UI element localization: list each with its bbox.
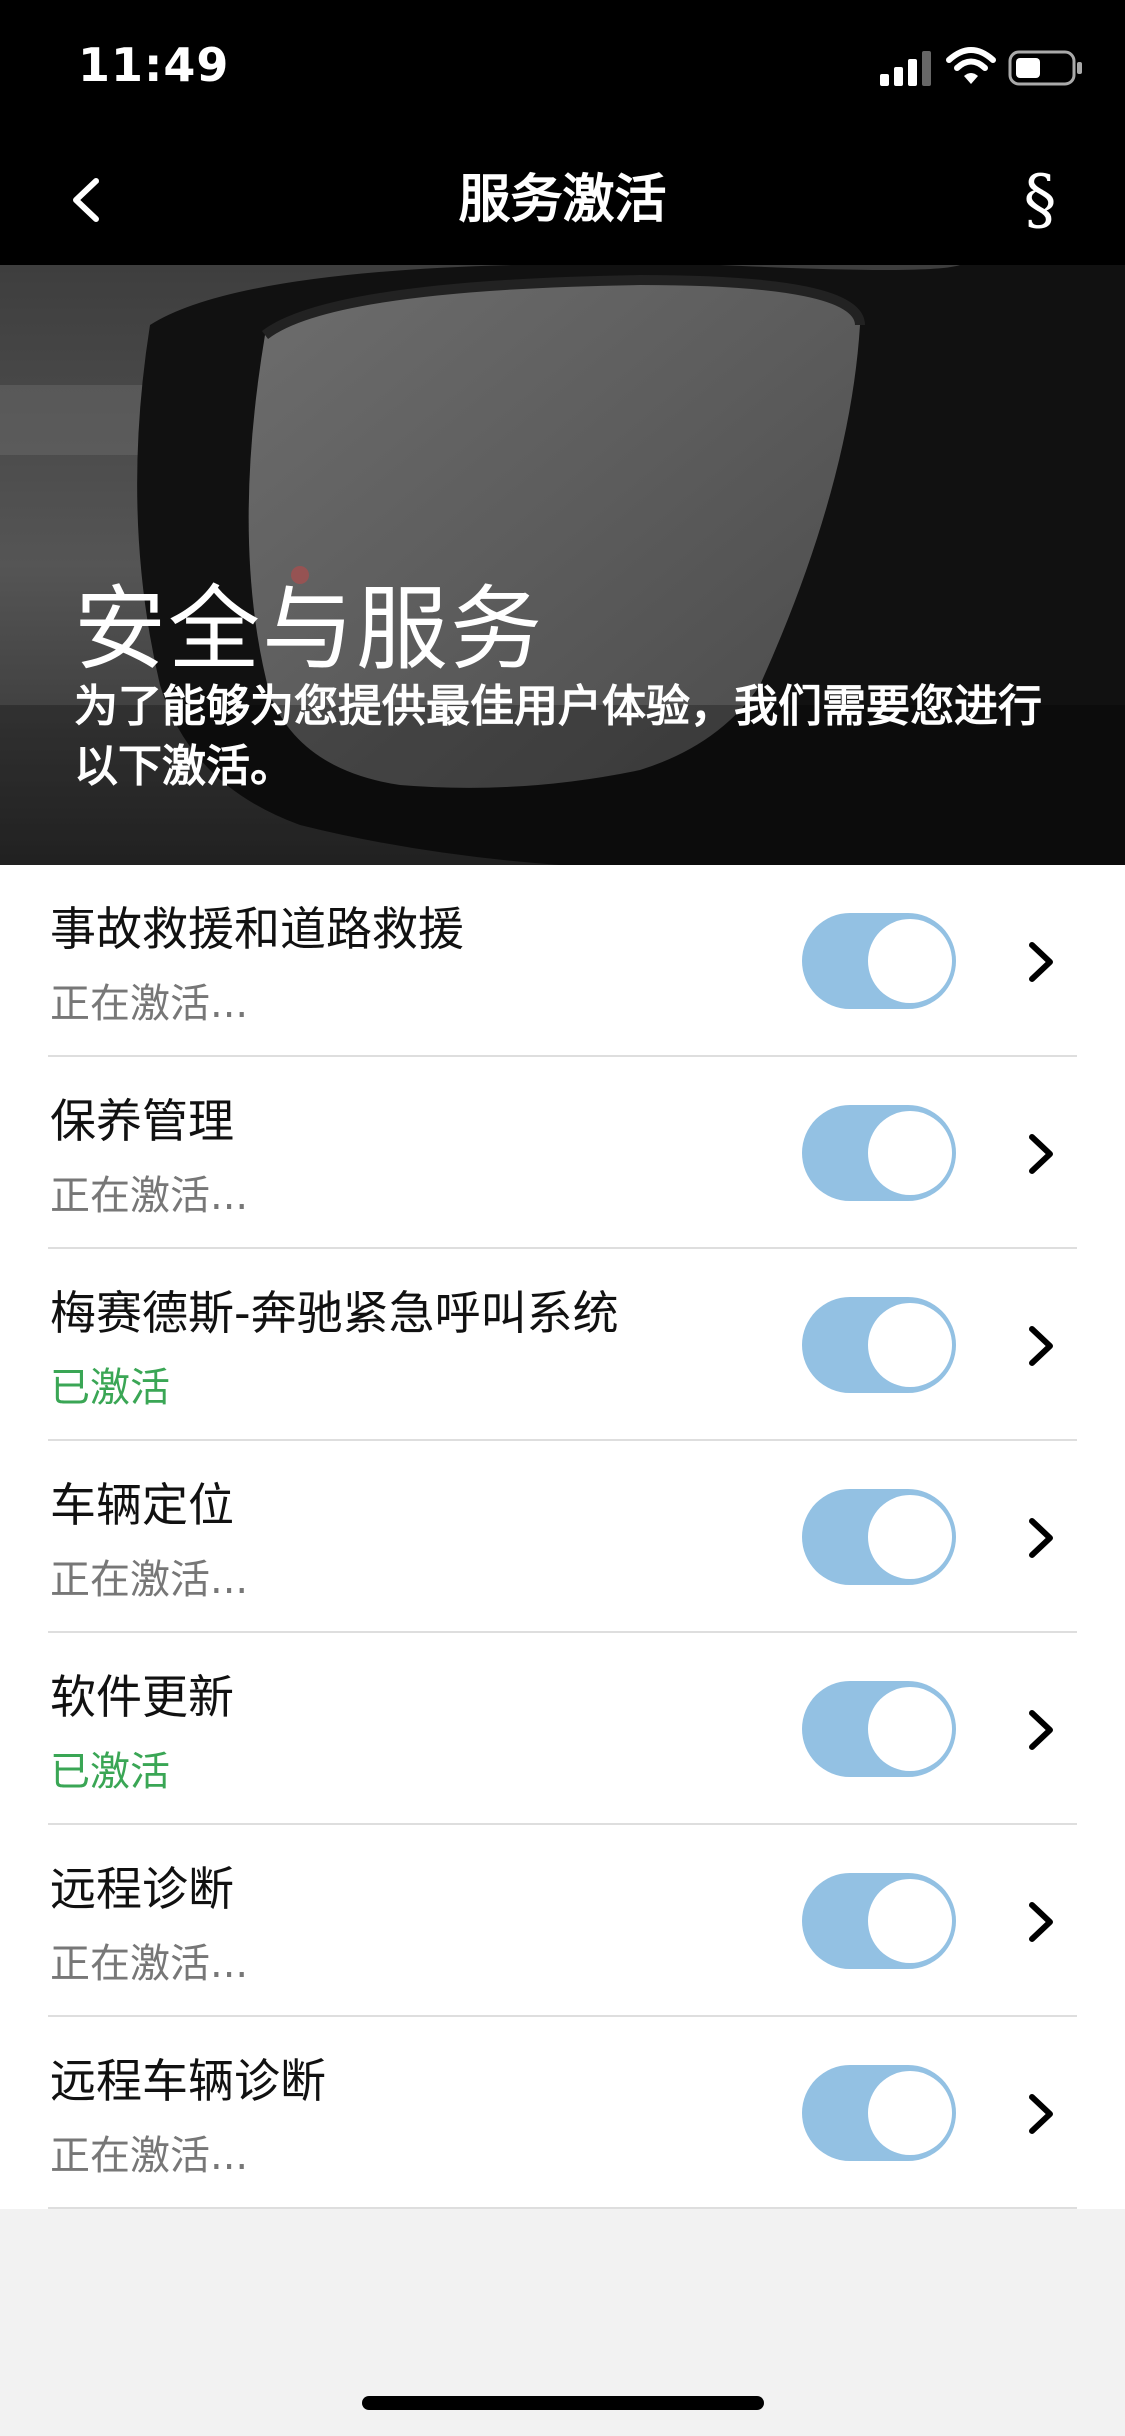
service-name: 梅赛德斯-奔驰紧急呼叫系统	[50, 1286, 619, 1340]
toggle-knob	[868, 1495, 952, 1579]
service-status: 正在激活...	[50, 981, 249, 1027]
service-status: 正在激活...	[50, 1173, 249, 1219]
service-status: 正在激活...	[50, 1941, 249, 1987]
service-row-maintenance-management[interactable]: 保养管理 正在激活...	[0, 1057, 1125, 1249]
service-name: 保养管理	[50, 1094, 234, 1148]
service-toggle[interactable]	[802, 913, 956, 1009]
chevron-right-icon[interactable]	[1024, 1321, 1058, 1371]
service-row-software-update[interactable]: 软件更新 已激活	[0, 1633, 1125, 1825]
nav-bar: 服务激活 §	[0, 135, 1125, 265]
status-time: 11:49	[78, 38, 230, 92]
service-row-remote-diagnosis[interactable]: 远程诊断 正在激活...	[0, 1825, 1125, 2017]
page-title: 服务激活	[458, 170, 667, 230]
service-name: 远程诊断	[50, 1862, 234, 1916]
chevron-left-icon[interactable]	[62, 167, 108, 233]
service-name: 事故救援和道路救援	[50, 902, 464, 956]
legal-section-icon[interactable]: §	[1010, 157, 1070, 243]
toggle-knob	[868, 1687, 952, 1771]
toggle-knob	[868, 1879, 952, 1963]
service-status: 正在激活...	[50, 2133, 249, 2179]
wifi-icon	[946, 47, 996, 84]
service-toggle[interactable]	[802, 1873, 956, 1969]
hero-title: 安全与服务	[74, 576, 545, 683]
chevron-right-icon[interactable]	[1024, 1513, 1058, 1563]
service-row-emergency-call[interactable]: 梅赛德斯-奔驰紧急呼叫系统 已激活	[0, 1249, 1125, 1441]
chevron-right-icon[interactable]	[1024, 2089, 1058, 2139]
service-status: 已激活	[50, 1749, 170, 1795]
service-toggle[interactable]	[802, 1489, 956, 1585]
status-bar: 11:49	[0, 0, 1125, 135]
chevron-right-icon[interactable]	[1024, 1705, 1058, 1755]
hero-subtitle: 为了能够为您提供最佳用户体验，我们需要您进行以下激活。	[74, 681, 1042, 792]
toggle-knob	[868, 919, 952, 1003]
service-row-accident-assistance[interactable]: 事故救援和道路救援 正在激活...	[0, 865, 1125, 1057]
service-toggle[interactable]	[802, 1297, 956, 1393]
toggle-knob	[868, 2071, 952, 2155]
chevron-right-icon[interactable]	[1024, 1897, 1058, 1947]
service-toggle[interactable]	[802, 1105, 956, 1201]
toggle-knob	[868, 1111, 952, 1195]
chevron-right-icon[interactable]	[1024, 937, 1058, 987]
signal-icon	[880, 51, 931, 86]
service-toggle[interactable]	[802, 1681, 956, 1777]
service-row-remote-vehicle-diagnosis[interactable]: 远程车辆诊断 正在激活...	[0, 2017, 1125, 2209]
toggle-knob	[868, 1303, 952, 1387]
service-row-vehicle-location[interactable]: 车辆定位 正在激活...	[0, 1441, 1125, 1633]
service-toggle[interactable]	[802, 2065, 956, 2161]
service-status: 正在激活...	[50, 1557, 249, 1603]
chevron-right-icon[interactable]	[1024, 1129, 1058, 1179]
home-indicator[interactable]	[362, 2396, 764, 2410]
service-name: 远程车辆诊断	[50, 2054, 326, 2108]
service-status: 已激活	[50, 1365, 170, 1411]
service-name: 车辆定位	[50, 1478, 234, 1532]
battery-icon	[1008, 50, 1082, 86]
divider	[48, 2207, 1077, 2209]
service-list: 事故救援和道路救援 正在激活... 保养管理 正在激活... 梅赛德斯-奔驰紧急…	[0, 865, 1125, 2209]
hero-banner: 安全与服务 为了能够为您提供最佳用户体验，我们需要您进行以下激活。	[0, 265, 1125, 865]
service-name: 软件更新	[50, 1670, 234, 1724]
